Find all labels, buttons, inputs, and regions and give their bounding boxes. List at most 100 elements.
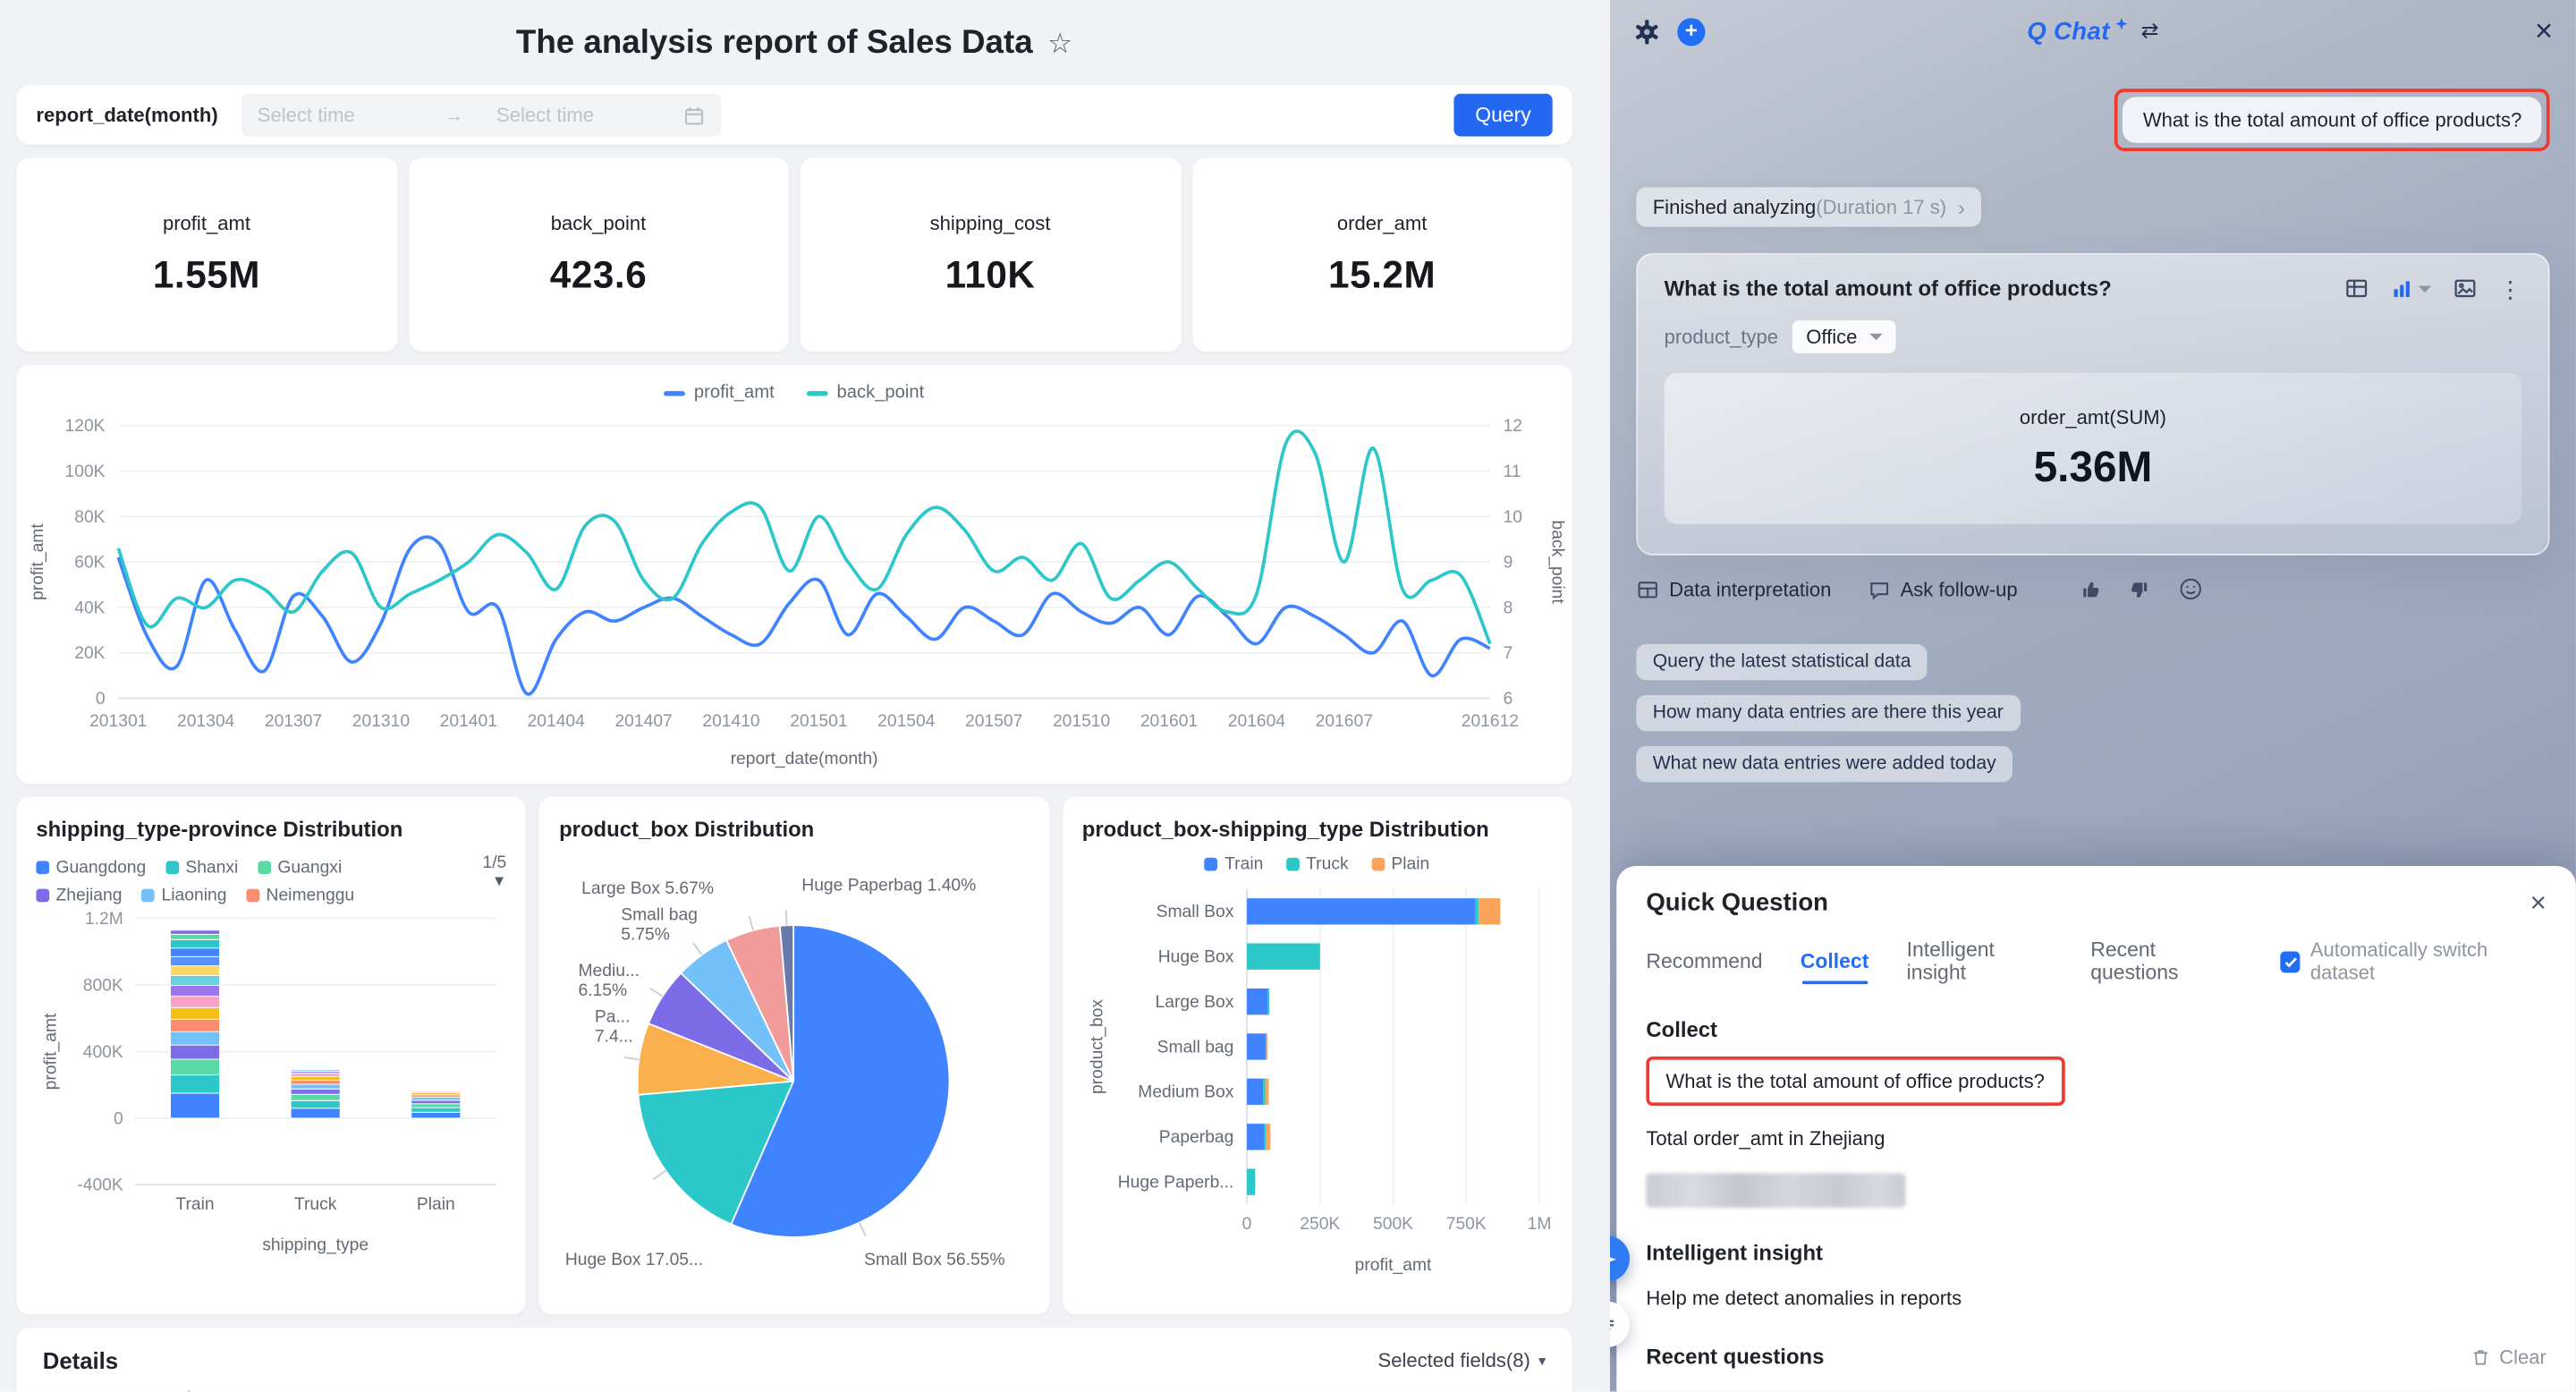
chart-type-switcher[interactable] bbox=[2390, 276, 2431, 300]
svg-text:-400K: -400K bbox=[77, 1176, 123, 1195]
ask-follow-up-button[interactable]: Ask follow-up bbox=[1868, 578, 2018, 601]
pie-chart-card: product_box Distribution Small Box 56.55… bbox=[539, 797, 1049, 1315]
suggestion-chip[interactable]: How many data entries are there this yea… bbox=[1636, 695, 2020, 731]
start-time-input[interactable]: Select time bbox=[258, 104, 411, 127]
legend-swatch bbox=[1205, 858, 1218, 871]
legend-swatch bbox=[1286, 858, 1300, 871]
analysis-status[interactable]: Finished analyzing (Duration 17 s) › bbox=[1636, 187, 1981, 226]
svg-text:8: 8 bbox=[1504, 598, 1513, 617]
caret-down-icon bbox=[1868, 334, 1882, 347]
thumbs-up-icon[interactable] bbox=[2080, 578, 2103, 601]
collect-question[interactable]: Total order_amt in Zhejiang bbox=[1646, 1127, 2546, 1150]
tab-recommend[interactable]: Recommend bbox=[1646, 950, 1762, 973]
close-sheet-icon[interactable]: × bbox=[2530, 889, 2546, 917]
chevron-right-icon: › bbox=[1958, 196, 1965, 217]
svg-text:201501: 201501 bbox=[790, 712, 847, 731]
legend-page-indicator: 1/5 bbox=[482, 853, 506, 872]
answer-title: What is the total amount of office produ… bbox=[1665, 276, 2344, 301]
line-chart: 020K40K60K80K100K120K6789101112201301201… bbox=[16, 409, 1572, 777]
legend-swatch bbox=[246, 888, 259, 902]
range-arrow-icon: → bbox=[444, 104, 463, 127]
legend-item[interactable]: Shanxi bbox=[165, 857, 238, 877]
svg-text:100K: 100K bbox=[65, 463, 106, 481]
export-image-icon[interactable] bbox=[2453, 276, 2478, 301]
details-title: Details bbox=[43, 1347, 1378, 1373]
legend-swatch bbox=[141, 888, 155, 902]
small-charts-row: shipping_type-province Distribution Guan… bbox=[16, 797, 1572, 1315]
legend-item[interactable]: Guangxi bbox=[258, 857, 342, 877]
dashboard-panel: The analysis report of Sales Data ☆ repo… bbox=[0, 0, 1610, 1392]
end-time-input[interactable]: Select time bbox=[496, 104, 650, 127]
settings-icon[interactable] bbox=[1633, 17, 1661, 45]
svg-text:Huge Box: Huge Box bbox=[1157, 948, 1233, 967]
trend-legend: profit_amt back_point bbox=[16, 377, 1572, 410]
svg-text:40K: 40K bbox=[74, 598, 105, 617]
kpi-card-shipping: shipping_cost 110K bbox=[800, 157, 1180, 352]
tab-intelligent-insight[interactable]: Intelligent insight bbox=[1907, 938, 2053, 984]
legend-item-backpoint[interactable]: back_point bbox=[807, 383, 924, 403]
clear-recent-button[interactable]: Clear bbox=[2471, 1345, 2546, 1368]
svg-text:profit_amt: profit_amt bbox=[1354, 1256, 1431, 1275]
thumbs-down-icon[interactable] bbox=[2128, 578, 2151, 601]
tab-recent-questions[interactable]: Recent questions bbox=[2090, 938, 2242, 984]
switch-mode-icon[interactable]: ⇄ bbox=[2141, 18, 2159, 44]
svg-text:201407: 201407 bbox=[614, 712, 672, 731]
kpi-label: back_point bbox=[551, 212, 647, 235]
svg-text:back_point: back_point bbox=[1548, 521, 1567, 605]
user-message: What is the total amount of office produ… bbox=[2123, 97, 2542, 142]
legend-next-page-icon[interactable]: ▼ bbox=[464, 872, 507, 888]
new-chat-button[interactable]: + bbox=[1677, 17, 1705, 45]
chart-title: product_box Distribution bbox=[559, 817, 1030, 842]
more-options-icon[interactable]: ⋮ bbox=[2499, 276, 2522, 300]
legend-item[interactable]: Train bbox=[1205, 854, 1263, 874]
suggestion-chip[interactable]: Query the latest statistical data bbox=[1636, 644, 1928, 680]
hbar-legend: Train Truck Plain bbox=[1082, 850, 1553, 879]
chart-title: product_box-shipping_type Distribution bbox=[1082, 817, 1553, 842]
time-range-input[interactable]: Select time → Select time bbox=[241, 94, 720, 137]
svg-text:201504: 201504 bbox=[877, 712, 936, 731]
legend-item[interactable]: Neimenggu bbox=[246, 885, 354, 904]
suggestion-chip[interactable]: What new data entries were added today bbox=[1636, 746, 2012, 782]
svg-text:20K: 20K bbox=[74, 644, 105, 663]
page-title: The analysis report of Sales Data bbox=[516, 24, 1033, 62]
svg-text:9: 9 bbox=[1504, 554, 1513, 573]
svg-text:0: 0 bbox=[114, 1109, 123, 1128]
favorite-star-icon[interactable]: ☆ bbox=[1047, 28, 1072, 61]
legend-item[interactable]: Plain bbox=[1371, 854, 1429, 874]
insight-question[interactable]: Help me detect anomalies in reports bbox=[1646, 1286, 2546, 1310]
data-interpretation-button[interactable]: Data interpretation bbox=[1636, 578, 1831, 601]
close-panel-icon[interactable]: × bbox=[2535, 15, 2553, 47]
tab-collect[interactable]: Collect bbox=[1801, 950, 1869, 973]
svg-text:Small Box 56.55%: Small Box 56.55% bbox=[865, 1251, 1005, 1269]
legend-swatch bbox=[36, 861, 49, 874]
query-button[interactable]: Query bbox=[1453, 94, 1552, 137]
legend-item[interactable]: Liaoning bbox=[141, 885, 226, 904]
status-text: Finished analyzing bbox=[1653, 196, 1817, 219]
legend-item[interactable]: Guangdong bbox=[36, 857, 146, 877]
svg-text:Truck: Truck bbox=[294, 1195, 337, 1214]
auto-switch-dataset-toggle[interactable]: Automatically switch dataset bbox=[2280, 938, 2546, 984]
legend-swatch bbox=[1371, 858, 1385, 871]
svg-text:Paperbag: Paperbag bbox=[1158, 1128, 1233, 1147]
svg-text:201601: 201601 bbox=[1140, 712, 1198, 731]
qchat-logo: Q Chat bbox=[2027, 17, 2110, 45]
svg-text:201301: 201301 bbox=[89, 712, 147, 731]
svg-text:Mediu...: Mediu... bbox=[579, 962, 640, 980]
svg-text:10: 10 bbox=[1504, 508, 1522, 527]
screen: The analysis report of Sales Data ☆ repo… bbox=[0, 0, 2576, 1392]
product-type-select[interactable]: Office bbox=[1793, 320, 1895, 353]
feedback-smiley-icon[interactable] bbox=[2179, 577, 2204, 602]
svg-text:6.15%: 6.15% bbox=[579, 981, 628, 1000]
checkbox-checked[interactable] bbox=[2280, 951, 2301, 972]
selected-fields-dropdown[interactable]: Selected fields(8) ▾ bbox=[1378, 1349, 1546, 1372]
collect-question-highlighted[interactable]: What is the total amount of office produ… bbox=[1646, 1057, 2064, 1106]
svg-text:Plain: Plain bbox=[417, 1195, 455, 1214]
legend-item[interactable]: Zhejiang bbox=[36, 885, 122, 904]
table-view-icon[interactable] bbox=[2344, 276, 2369, 301]
legend-label: back_point bbox=[837, 383, 925, 403]
select-all-checkbox[interactable] bbox=[187, 1390, 191, 1392]
kpi-value: 1.55M bbox=[153, 253, 260, 298]
legend-item[interactable]: Truck bbox=[1286, 854, 1349, 874]
legend-item-profit[interactable]: profit_amt bbox=[665, 383, 775, 403]
svg-text:120K: 120K bbox=[65, 417, 106, 436]
